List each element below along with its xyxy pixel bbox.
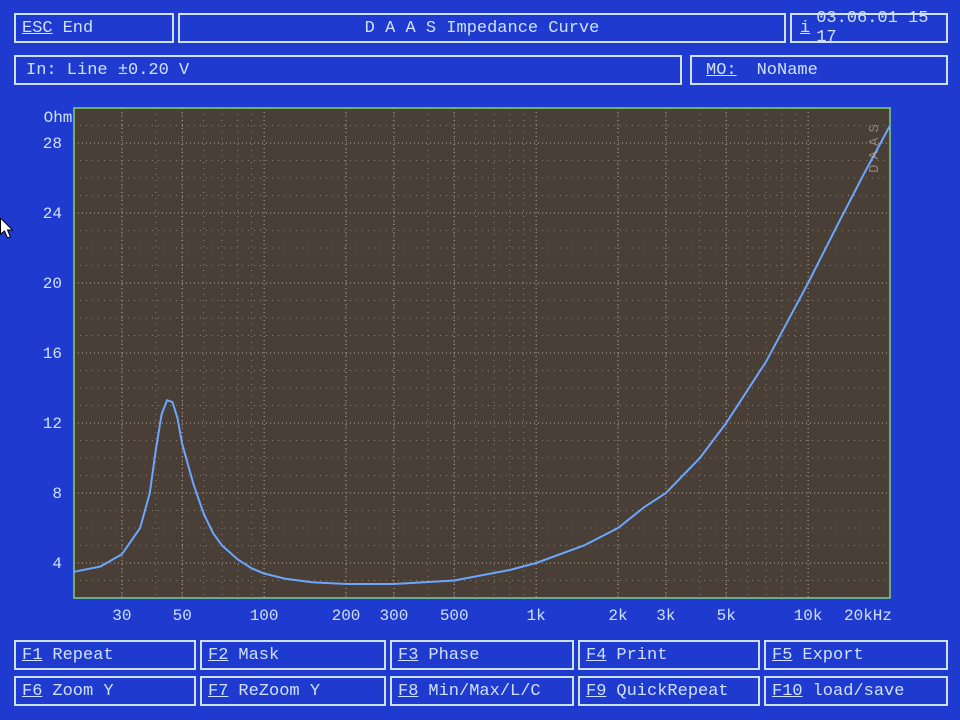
datetime-text: 03.06.01 15 17: [816, 9, 938, 47]
f1-repeat-button[interactable]: F1 Repeat: [14, 640, 196, 670]
svg-text:Ohm: Ohm: [44, 109, 73, 127]
f5-key: F5: [772, 646, 792, 665]
svg-text:10k: 10k: [794, 607, 823, 625]
svg-text:DAAS: DAAS: [867, 119, 883, 173]
datetime-panel: i 03.06.01 15 17: [790, 13, 948, 43]
f5-export-button[interactable]: F5 Export: [764, 640, 948, 670]
input-line-text: In: Line ±0.20 V: [26, 61, 189, 80]
app-title-bar: D A A S Impedance Curve: [178, 13, 786, 43]
f3-key: F3: [398, 646, 418, 665]
f9-label: QuickRepeat: [616, 682, 728, 701]
mouse-cursor-icon: [0, 218, 15, 240]
f8-minmaxlc-button[interactable]: F8 Min/Max/L/C: [390, 676, 574, 706]
svg-text:100: 100: [250, 607, 279, 625]
f2-mask-button[interactable]: F2 Mask: [200, 640, 386, 670]
f10-loadsave-button[interactable]: F10 load/save: [764, 676, 948, 706]
svg-text:200: 200: [332, 607, 361, 625]
svg-text:30: 30: [112, 607, 131, 625]
f6-zoom-y-button[interactable]: F6 Zoom Y: [14, 676, 196, 706]
f10-label: load/save: [813, 682, 905, 701]
svg-text:4: 4: [52, 555, 62, 573]
info-icon: i: [800, 19, 810, 38]
mo-name-text: NoName: [757, 61, 818, 80]
f6-label: Zoom Y: [52, 682, 113, 701]
f2-key: F2: [208, 646, 228, 665]
esc-end-label: End: [63, 19, 94, 38]
f9-quickrepeat-button[interactable]: F9 QuickRepeat: [578, 676, 760, 706]
app-title: D A A S Impedance Curve: [365, 19, 600, 38]
f7-rezoom-y-button[interactable]: F7 ReZoom Y: [200, 676, 386, 706]
svg-text:50: 50: [173, 607, 192, 625]
f1-label: Repeat: [52, 646, 113, 665]
svg-text:8: 8: [52, 485, 62, 503]
f4-print-button[interactable]: F4 Print: [578, 640, 760, 670]
svg-text:1k: 1k: [527, 607, 546, 625]
svg-text:24: 24: [43, 205, 62, 223]
svg-text:28: 28: [43, 135, 62, 153]
mo-panel: MO: NoName: [690, 55, 948, 85]
f4-key: F4: [586, 646, 606, 665]
f8-key: F8: [398, 682, 418, 701]
f3-phase-button[interactable]: F3 Phase: [390, 640, 574, 670]
svg-text:16: 16: [43, 345, 62, 363]
f4-label: Print: [616, 646, 667, 665]
svg-text:3k: 3k: [656, 607, 675, 625]
f6-key: F6: [22, 682, 42, 701]
esc-button[interactable]: ESC End: [14, 13, 174, 43]
f1-key: F1: [22, 646, 42, 665]
svg-text:20: 20: [43, 275, 62, 293]
f7-label: ReZoom Y: [238, 682, 320, 701]
f9-key: F9: [586, 682, 606, 701]
mo-key-label: MO:: [706, 61, 737, 80]
f5-label: Export: [802, 646, 863, 665]
f3-label: Phase: [428, 646, 479, 665]
svg-text:12: 12: [43, 415, 62, 433]
svg-text:5k: 5k: [717, 607, 736, 625]
input-status-panel: In: Line ±0.20 V: [14, 55, 682, 85]
f10-key: F10: [772, 682, 803, 701]
f2-label: Mask: [238, 646, 279, 665]
esc-key-label: ESC: [22, 19, 53, 38]
svg-text:20kHz: 20kHz: [844, 607, 892, 625]
svg-text:2k: 2k: [608, 607, 627, 625]
svg-text:300: 300: [379, 607, 408, 625]
f8-label: Min/Max/L/C: [428, 682, 540, 701]
svg-text:500: 500: [440, 607, 469, 625]
f7-key: F7: [208, 682, 228, 701]
impedance-chart: Ohm 4 8 12 16 20 24 28 30 50 100 200 300 500 1k 2k 3k 5k 1…: [14, 100, 947, 630]
